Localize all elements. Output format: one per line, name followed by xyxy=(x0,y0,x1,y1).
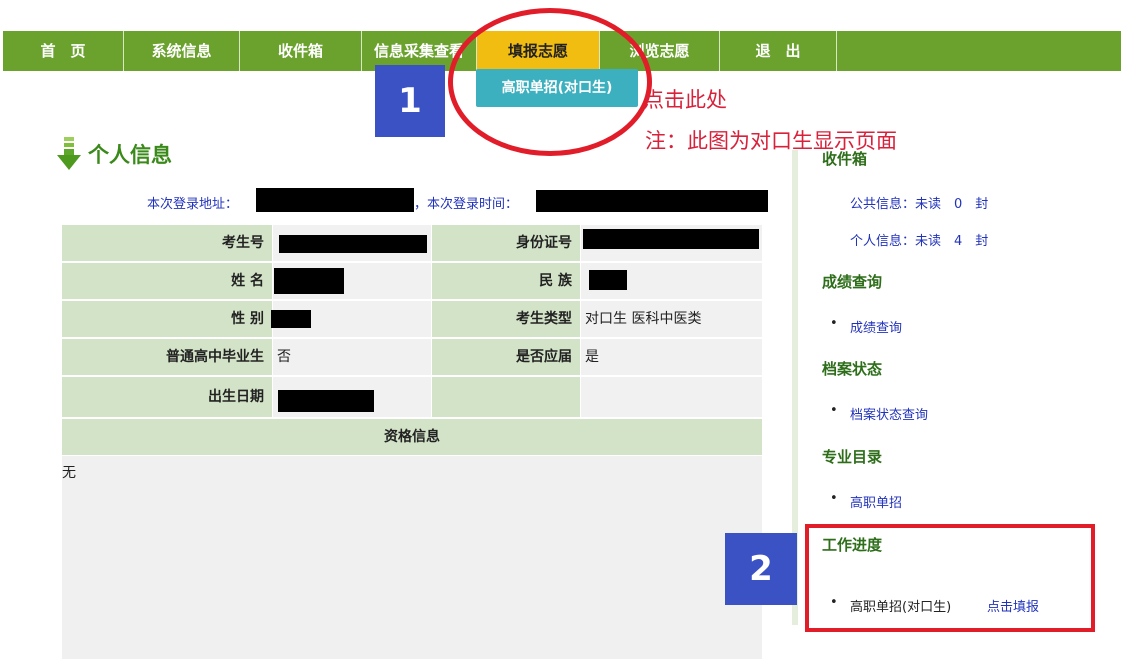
redacted-exam-no xyxy=(279,235,427,253)
type-label: 考生类型 xyxy=(432,301,580,337)
ethnic-label: 民 族 xyxy=(432,263,580,299)
sidebar-major-link[interactable]: 高职单招 xyxy=(850,492,902,511)
nav-home[interactable]: 首 页 xyxy=(3,31,124,71)
type-value: 对口生 医科中医类 xyxy=(581,301,762,337)
nav-system-info[interactable]: 系统信息 xyxy=(124,31,240,71)
redacted-address xyxy=(256,188,414,212)
redacted-birth xyxy=(278,390,374,412)
name-label: 姓 名 xyxy=(62,263,272,299)
exam-no-label: 考生号 xyxy=(62,225,272,261)
annotation-box xyxy=(805,524,1095,632)
current-value: 是 xyxy=(581,339,762,375)
redacted-id xyxy=(583,229,759,249)
qualification-body xyxy=(62,456,762,659)
annotation-circle xyxy=(448,8,652,156)
sidebar-personal-info-link[interactable]: 个人信息：未读 4 封 xyxy=(850,230,988,249)
login-address-label: 本次登录地址： xyxy=(147,197,239,212)
login-time-label: ，本次登录时间： xyxy=(414,197,519,212)
sidebar-major-heading: 专业目录 xyxy=(822,448,883,466)
birth-label: 出生日期 xyxy=(62,377,272,417)
bullet-icon: • xyxy=(830,316,838,331)
empty-value-cell xyxy=(581,377,762,417)
annotation-click-here: 点击此处 xyxy=(643,88,727,112)
step-badge-1: 1 xyxy=(375,65,445,137)
sidebar-archive-heading: 档案状态 xyxy=(822,360,883,378)
id-label: 身份证号 xyxy=(432,225,580,261)
current-label: 是否应届 xyxy=(432,339,580,375)
qualification-value: 无 xyxy=(62,465,76,481)
sidebar-public-info-link[interactable]: 公共信息：未读 0 封 xyxy=(850,193,988,212)
page-title: 个人信息 xyxy=(56,137,172,171)
sidebar-score-heading: 成绩查询 xyxy=(822,273,883,291)
redacted-ethnic xyxy=(589,270,627,290)
redacted-time xyxy=(536,190,768,212)
sidebar-score-link[interactable]: 成绩查询 xyxy=(850,317,902,336)
bullet-icon: • xyxy=(830,403,838,418)
bullet-icon: • xyxy=(830,491,838,506)
nav-logout[interactable]: 退 出 xyxy=(720,31,837,71)
step-badge-2: 2 xyxy=(725,533,797,605)
redacted-gender xyxy=(271,310,311,328)
sidebar-archive-link[interactable]: 档案状态查询 xyxy=(850,404,928,423)
gender-label: 性 别 xyxy=(62,301,272,337)
down-arrow-icon xyxy=(57,137,81,170)
page-title-text: 个人信息 xyxy=(88,143,172,167)
hs-grad-value: 否 xyxy=(273,339,431,375)
nav-inbox[interactable]: 收件箱 xyxy=(240,31,362,71)
qualification-header: 资格信息 xyxy=(62,419,762,455)
redacted-name xyxy=(274,268,344,294)
hs-grad-label: 普通高中毕业生 xyxy=(62,339,272,375)
empty-label-cell xyxy=(432,377,580,417)
sidebar-inbox-heading: 收件箱 xyxy=(822,150,868,168)
